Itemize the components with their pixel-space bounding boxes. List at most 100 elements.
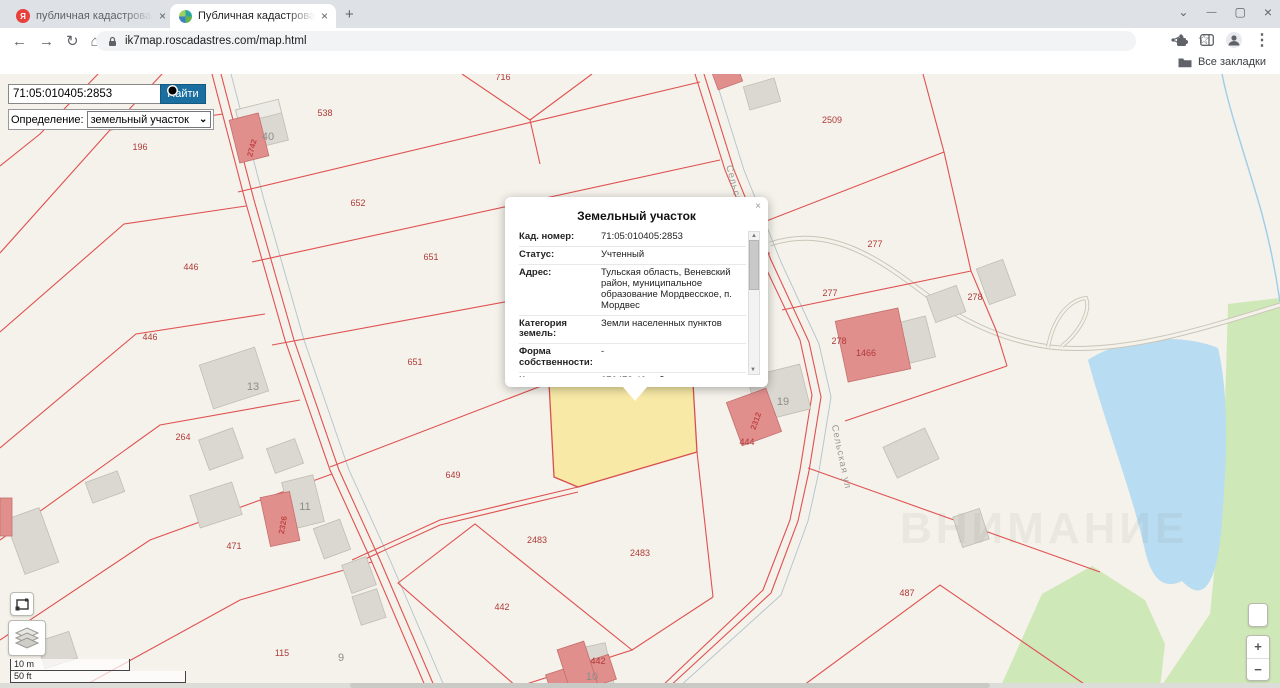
popup-attribute-row: Кадастровая стоимость:670472.46 руб <box>519 372 746 377</box>
tab-close-icon[interactable]: × <box>159 9 166 23</box>
popup-attribute-row: Адрес:Тульская область, Веневский район,… <box>519 264 746 315</box>
tab-active[interactable]: Публичная кадастровая ка × <box>170 4 336 28</box>
popup-scrollbar-thumb[interactable] <box>749 240 759 290</box>
watermark: ВНИМАНИЕ <box>900 504 1220 554</box>
popup-title: Земельный участок <box>505 197 768 223</box>
attribute-label: Кад. номер: <box>519 232 601 243</box>
parcel-info-popup: × Земельный участок Кад. номер:71:05:010… <box>505 197 768 387</box>
parcel-number-label: 115 <box>275 648 289 658</box>
all-bookmarks-button[interactable]: Все закладки <box>1178 56 1266 68</box>
extensions-puzzle-icon[interactable] <box>1175 34 1188 47</box>
scale-metric: 10 m <box>10 659 130 671</box>
tab-inactive[interactable]: Я публичная кадастровая ка × <box>8 4 174 28</box>
maximize-button[interactable]: ▢ <box>1234 5 1245 19</box>
close-button[interactable]: × <box>1264 4 1272 20</box>
popup-attribute-row: Кад. номер:71:05:010405:2853 <box>519 229 746 246</box>
attribute-value: Учтенный <box>601 250 644 261</box>
attribute-value: Тульская область, Веневский район, муниц… <box>601 268 746 312</box>
scroll-up-icon[interactable]: ▲ <box>751 233 757 239</box>
search-input[interactable] <box>8 84 164 104</box>
definition-select[interactable]: земельный участок ⌄ <box>87 111 212 128</box>
attribute-value: 670472.46 руб <box>601 376 664 377</box>
zoom-in-button[interactable]: + <box>1247 636 1269 659</box>
layers-button[interactable] <box>8 620 46 656</box>
scroll-down-icon[interactable]: ▼ <box>750 366 756 374</box>
parcel-number-label: 446 <box>142 332 157 342</box>
layers-icon <box>15 627 39 649</box>
parcel-number-label: 196 <box>132 142 147 152</box>
building-number-label: 40 <box>262 131 274 143</box>
building-number-label: 19 <box>777 396 789 408</box>
definition-row: Определение: земельный участок ⌄ <box>8 109 214 130</box>
attribute-label: Категория земель: <box>519 319 601 341</box>
tab-title: публичная кадастровая ка <box>36 10 153 22</box>
parcel-number-label: 651 <box>407 357 422 367</box>
popup-attribute-row: Статус:Учтенный <box>519 246 746 264</box>
blank-map-button[interactable] <box>1248 603 1268 627</box>
building-number-label: 10 <box>586 671 598 683</box>
horizontal-scrollbar[interactable] <box>0 683 1280 688</box>
browser-menu-chevron-icon[interactable]: ⌄ <box>1178 5 1188 19</box>
building-number-label: 9 <box>338 652 344 664</box>
parcel-number-label: 471 <box>226 541 241 551</box>
parcel-number-label: 2509 <box>822 115 842 125</box>
zoom-control: + − <box>1246 635 1270 681</box>
zoom-out-button[interactable]: − <box>1247 659 1269 681</box>
tab-title: Публичная кадастровая ка <box>198 10 315 22</box>
parcel-number-label: 446 <box>183 262 198 272</box>
parcel-number-label: 2483 <box>527 535 547 545</box>
browser-menu-dots-icon[interactable]: ⋮ <box>1254 30 1270 50</box>
popup-callout-tail <box>623 387 647 401</box>
popup-close-icon[interactable]: × <box>755 201 761 212</box>
attribute-label: Форма собственности: <box>519 347 601 369</box>
reload-icon[interactable]: ↻ <box>66 32 79 50</box>
popup-attribute-row: Категория земель:Земли населенных пункто… <box>519 315 746 344</box>
back-icon[interactable]: ← <box>12 33 27 50</box>
side-panel-icon[interactable] <box>1200 34 1214 46</box>
map-favicon-icon <box>178 9 192 23</box>
profile-avatar-icon[interactable] <box>1226 32 1242 48</box>
bookmarks-bar: Все закладки <box>0 54 1280 75</box>
popup-scrollbar[interactable]: ▲ ▼ <box>748 231 760 375</box>
definition-label: Определение: <box>11 114 84 126</box>
attribute-value: Земли населенных пунктов <box>601 319 722 341</box>
horizontal-scrollbar-thumb[interactable] <box>350 683 990 688</box>
mouse-cursor <box>167 85 178 96</box>
definition-selected-value: земельный участок <box>91 114 189 126</box>
popup-attributes-table: Кад. номер:71:05:010405:2853Статус:Учтен… <box>519 229 746 377</box>
popup-attribute-row: Форма собственности:- <box>519 343 746 372</box>
attribute-value: - <box>601 347 604 369</box>
parcel-number-label: 716 <box>495 74 510 82</box>
tab-close-icon[interactable]: × <box>321 9 328 23</box>
scale-imperial: 50 ft <box>10 671 186 683</box>
url-text: ik7map.roscadastres.com/map.html <box>125 35 307 47</box>
building-number-label: 13 <box>247 381 259 393</box>
chevron-down-icon: ⌄ <box>199 114 207 125</box>
parcel-number-label: 264 <box>175 432 190 442</box>
parcel-number-label: 649 <box>445 470 460 480</box>
minimize-button[interactable]: — <box>1206 7 1216 18</box>
url-bar[interactable]: ik7map.roscadastres.com/map.html <box>96 31 1136 51</box>
parcel-number-label: 652 <box>350 198 365 208</box>
yandex-favicon-icon: Я <box>16 9 30 23</box>
cadastral-map[interactable]: ВНИМАНИЕ 716 538 2509 196 652 277 651 446 277 278… <box>0 74 1280 688</box>
parcel-number-label: 2483 <box>630 548 650 558</box>
attribute-label: Адрес: <box>519 268 601 312</box>
lock-icon <box>108 36 117 47</box>
new-tab-button[interactable]: + <box>345 6 354 23</box>
parcel-number-label: 442 <box>494 602 509 612</box>
parcel-number-label: 444 <box>739 437 754 447</box>
building-number-label: 11 <box>299 501 310 513</box>
attribute-label: Кадастровая стоимость: <box>519 376 601 377</box>
extent-icon <box>15 598 30 611</box>
parcel-number-label: 538 <box>317 108 332 118</box>
parcel-number-label: 278 <box>967 292 982 302</box>
parcel-number-label: 277 <box>867 239 882 249</box>
attribute-value: 71:05:010405:2853 <box>601 232 683 243</box>
forward-icon[interactable]: → <box>39 33 54 50</box>
measure-extent-button[interactable] <box>10 592 34 616</box>
parcel-number-label: 442 <box>590 656 605 666</box>
tab-strip: Я публичная кадастровая ка × Публичная к… <box>0 0 1280 28</box>
parcel-number-label: 277 <box>822 288 837 298</box>
parcel-number-label: 278 <box>831 336 846 346</box>
